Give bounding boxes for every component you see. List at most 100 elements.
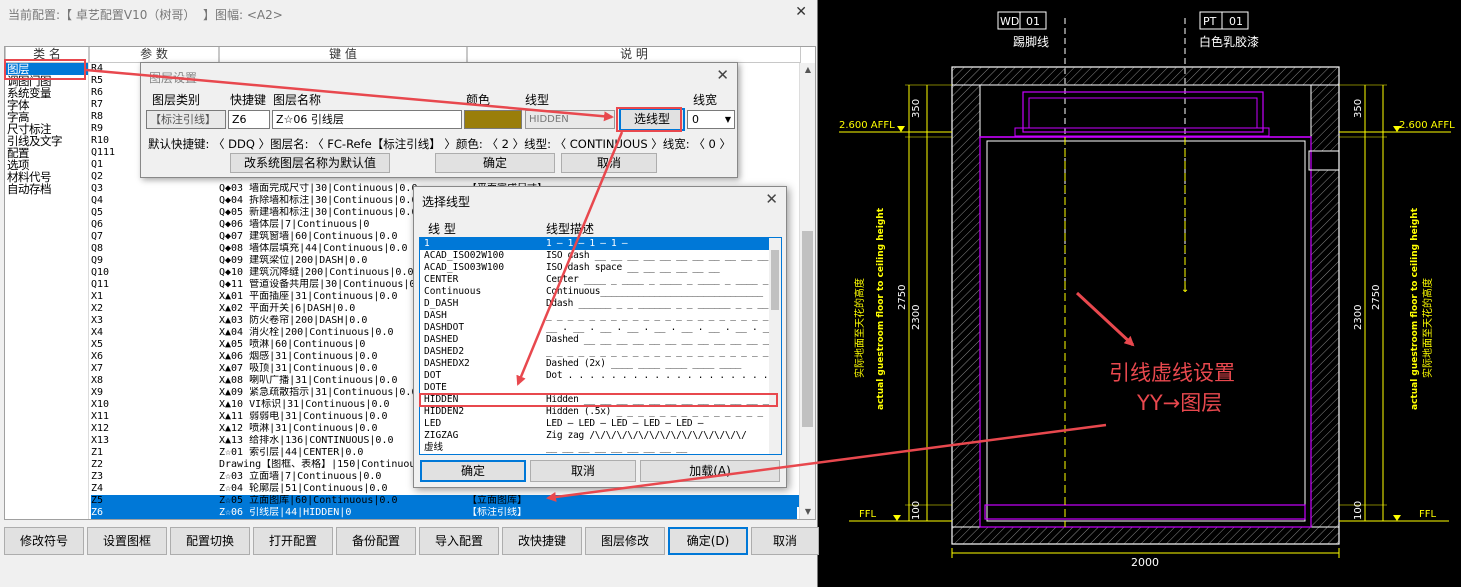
- table-cell[interactable]: X7: [91, 363, 219, 375]
- linetype-row[interactable]: DASHED Dashed __ __ __ __ __ __ __ __ __ …: [420, 334, 781, 346]
- close-icon[interactable]: ✕: [716, 66, 729, 84]
- shortcut-field[interactable]: Z6: [228, 110, 270, 129]
- table-cell[interactable]: Z2: [91, 459, 219, 471]
- table-cell[interactable]: X11: [91, 411, 219, 423]
- header-key[interactable]: 键 值: [219, 47, 467, 63]
- set-default-button[interactable]: 改系统图层名称为默认值: [230, 153, 390, 173]
- table-cell[interactable]: Z☆07 大样框|200|D_DASH|0.0: [219, 519, 469, 520]
- linetype-row[interactable]: HIDDEN2 Hidden (.5x) _ _ _ _ _ _ _ _ _ _ …: [420, 406, 781, 418]
- bottom-button[interactable]: 配置切换: [170, 527, 250, 555]
- table-cell[interactable]: 【大样框】: [467, 519, 797, 520]
- table-cell[interactable]: Q5: [91, 207, 219, 219]
- linetype-row[interactable]: DASHDOT __ . __ . __ . __ . __ . __ . __ …: [420, 322, 781, 334]
- table-cell[interactable]: X5: [91, 339, 219, 351]
- bottom-button[interactable]: 改快捷键: [502, 527, 582, 555]
- close-icon[interactable]: ✕: [765, 190, 778, 208]
- table-cell[interactable]: Z3: [91, 471, 219, 483]
- category-item[interactable]: 自动存档: [5, 183, 88, 195]
- linetype-row[interactable]: Continuous Continuous____________________…: [420, 286, 781, 298]
- header-desc[interactable]: 说 明: [467, 47, 801, 63]
- table-cell[interactable]: Z☆06 引线层|44|HIDDEN|0: [219, 507, 469, 519]
- table-cell[interactable]: Q10: [91, 267, 219, 279]
- label-category: 图层类别: [152, 93, 201, 107]
- col-desc: 线型描述: [546, 222, 595, 236]
- bottom-button[interactable]: 图层修改: [585, 527, 665, 555]
- close-icon[interactable]: ✕: [795, 4, 807, 20]
- linetype-row[interactable]: DASHED2 _ _ _ _ _ _ _ _ _ _ _ _ _ _ _ _ _…: [420, 346, 781, 358]
- cancel-button[interactable]: 取消: [530, 460, 636, 482]
- table-cell[interactable]: Z5: [91, 495, 219, 507]
- linetype-row[interactable]: ACAD_ISO03W100 ISO dash space __ __ __ __…: [420, 262, 781, 274]
- table-cell[interactable]: Z☆05 立面图库|60|Continuous|0.0: [219, 495, 469, 507]
- linetype-list[interactable]: 1 1 — 1 — 1 — 1 — ACAD_ISO02W100 ISO dash _…: [419, 237, 782, 455]
- bottom-button[interactable]: 确定(D): [668, 527, 748, 555]
- table-cell[interactable]: X8: [91, 375, 219, 387]
- linetype-row[interactable]: DASHEDX2 Dashed (2x) ____ ____ ____ ____ …: [420, 358, 781, 370]
- linetype-row[interactable]: DASH _ _ _ _ _ _ _ _ _ _ _ _ _ _ _ _ _ _ …: [420, 310, 781, 322]
- table-cell[interactable]: X12: [91, 423, 219, 435]
- table-cell[interactable]: Z1: [91, 447, 219, 459]
- table-cell[interactable]: X3: [91, 315, 219, 327]
- scroll-down-icon[interactable]: ▼: [800, 505, 815, 519]
- layer-name-field[interactable]: Z☆06 引线层: [272, 110, 462, 129]
- ok-button[interactable]: 确定: [420, 460, 526, 482]
- table-cell[interactable]: 【立面图库】: [467, 495, 797, 507]
- ok-button[interactable]: 确定: [435, 153, 555, 173]
- linetype-row[interactable]: 1 1 — 1 — 1 — 1 —: [420, 238, 781, 250]
- table-cell[interactable]: X2: [91, 303, 219, 315]
- dim-100-right: 100: [1353, 501, 1364, 520]
- table-cell[interactable]: X10: [91, 399, 219, 411]
- table-cell[interactable]: X1: [91, 291, 219, 303]
- bottom-button[interactable]: 修改符号: [4, 527, 84, 555]
- bottom-button[interactable]: 取消: [751, 527, 819, 555]
- dim-2750-right: 2750: [1371, 285, 1382, 310]
- linetype-scrollbar[interactable]: [769, 238, 781, 454]
- header-category[interactable]: 类 名: [5, 47, 89, 63]
- table-cell[interactable]: X9: [91, 387, 219, 399]
- table-cell[interactable]: X13: [91, 435, 219, 447]
- table-cell[interactable]: X4: [91, 327, 219, 339]
- table-cell[interactable]: Q9: [91, 255, 219, 267]
- linetype-display: HIDDEN: [525, 110, 615, 129]
- scroll-up-icon[interactable]: ▲: [800, 63, 815, 77]
- table-cell[interactable]: Q3: [91, 183, 219, 195]
- cancel-button[interactable]: 取消: [561, 153, 657, 173]
- load-button[interactable]: 加载(A): [640, 460, 780, 482]
- linetype-row[interactable]: D_DASH Ddash ______ _ _ ______ _ _ ______…: [420, 298, 781, 310]
- affl-left-label: 2.600 AFFL: [839, 120, 895, 131]
- linetype-row[interactable]: CENTER Center ____ _ ____ _ ____ _ ____ _…: [420, 274, 781, 286]
- lineweight-value: 0: [692, 113, 699, 126]
- list-scrollbar[interactable]: ▲ ▼: [799, 63, 815, 519]
- pick-linetype-button[interactable]: 选线型: [619, 108, 685, 131]
- lineweight-select[interactable]: 0 ▼: [687, 110, 735, 129]
- bottom-button[interactable]: 备份配置: [336, 527, 416, 555]
- bottom-button[interactable]: 设置图框: [87, 527, 167, 555]
- bottom-button[interactable]: 打开配置: [253, 527, 333, 555]
- table-cell[interactable]: Q7: [91, 231, 219, 243]
- default-info-text: 默认快捷键: 〈 DDQ 〉图层名: 〈 FC-Refe【标注引线】 〉颜色: …: [148, 137, 731, 151]
- linetype-desc: _ _ _ _ _ _ _ _ _ _ _ _ _ _ _ _ _ _ _ _ …: [546, 346, 769, 357]
- bottom-button[interactable]: 导入配置: [419, 527, 499, 555]
- table-cell[interactable]: Q6: [91, 219, 219, 231]
- table-cell[interactable]: Z4: [91, 483, 219, 495]
- table-cell[interactable]: Q4: [91, 195, 219, 207]
- color-swatch[interactable]: [464, 110, 522, 129]
- table-cell[interactable]: Q8: [91, 243, 219, 255]
- linetype-row[interactable]: ACAD_ISO02W100 ISO dash __ __ __ __ __ __…: [420, 250, 781, 262]
- table-cell[interactable]: Z7: [91, 519, 219, 520]
- linetype-row[interactable]: DOT Dot . . . . . . . . . . . . . . . . .…: [420, 370, 781, 382]
- linetype-row[interactable]: 虚线 __ __ __ __ __ __ __ __ __: [420, 442, 781, 454]
- scroll-thumb[interactable]: [802, 231, 813, 427]
- category-list: 图层 调图门图 系统变量 字体 字高 尺寸标注 引线及文字 配置 选项 材料代号 自动存档: [5, 63, 89, 519]
- category-field[interactable]: 【标注引线】: [146, 110, 226, 129]
- table-cell[interactable]: X6: [91, 351, 219, 363]
- linetype-row[interactable]: LED LED — LED — LED — LED — LED —: [420, 418, 781, 430]
- linetype-row[interactable]: ZIGZAG Zig zag /\/\/\/\/\/\/\/\/\/\/\/\/\…: [420, 430, 781, 442]
- linetype-name: D_DASH: [424, 298, 459, 309]
- table-cell[interactable]: Q11: [91, 279, 219, 291]
- table-cell[interactable]: 【标注引线】: [467, 507, 797, 519]
- header-params[interactable]: 参 数: [89, 47, 219, 63]
- dim-2300-left: 2300: [911, 305, 922, 330]
- table-cell[interactable]: Z6: [91, 507, 219, 519]
- scroll-thumb[interactable]: [771, 250, 779, 310]
